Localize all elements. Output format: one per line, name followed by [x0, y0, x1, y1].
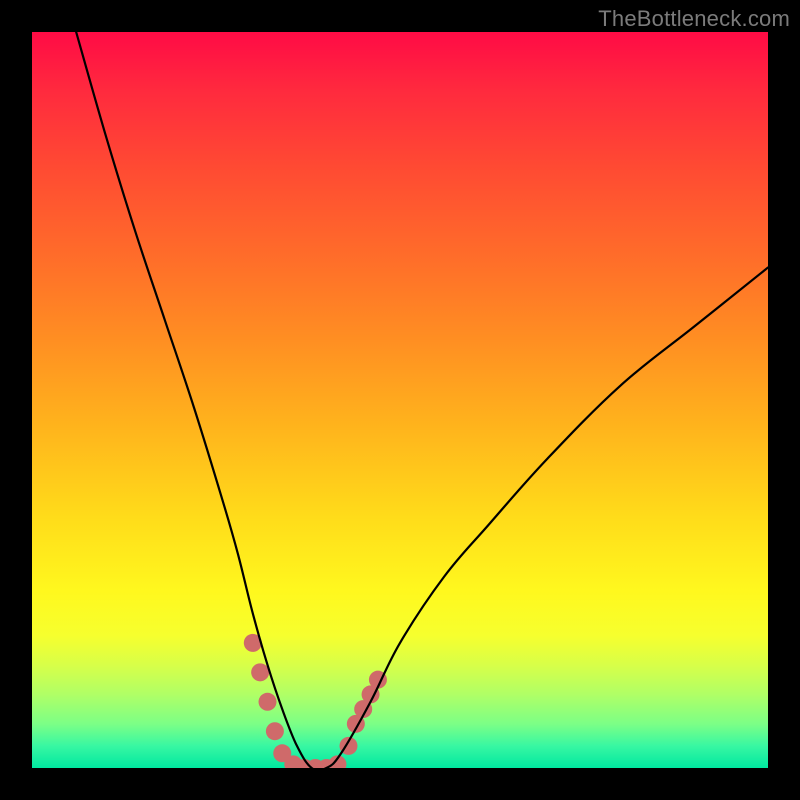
- range-marker-dot: [266, 722, 284, 740]
- range-marker-dot: [251, 663, 269, 681]
- range-marker-dot: [259, 693, 277, 711]
- watermark-text: TheBottleneck.com: [598, 6, 790, 32]
- plot-area: [32, 32, 768, 768]
- chart-frame: TheBottleneck.com: [0, 0, 800, 800]
- bottleneck-curve: [76, 32, 768, 768]
- chart-svg: [32, 32, 768, 768]
